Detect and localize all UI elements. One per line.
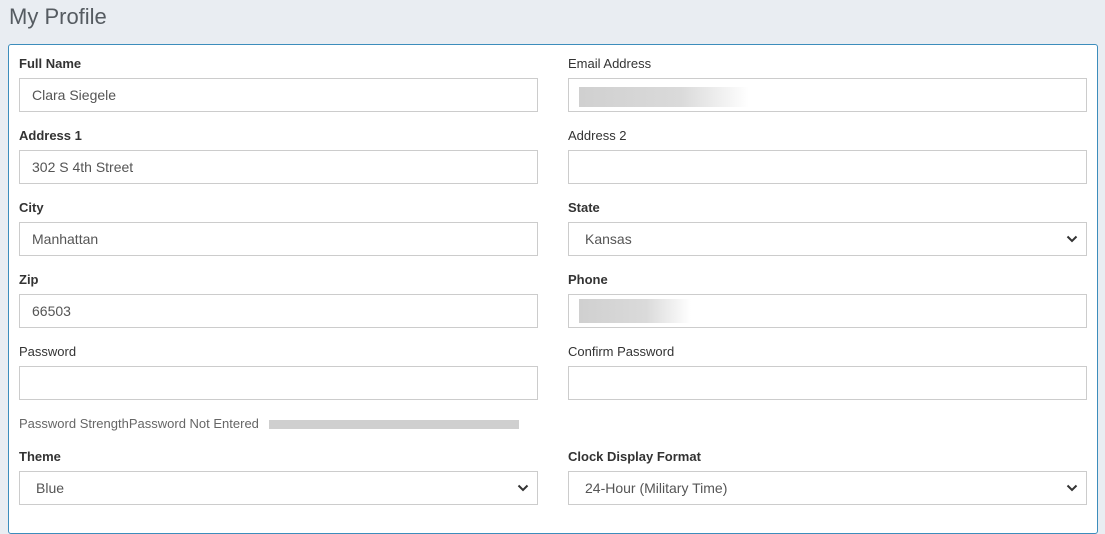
password-input[interactable] <box>19 366 538 400</box>
full-name-input[interactable]: Clara Siegele <box>19 78 538 112</box>
city-label: City <box>19 200 44 215</box>
profile-form-panel: Full Name Clara Siegele Email Address Ad… <box>8 44 1098 534</box>
state-select[interactable]: Kansas <box>568 222 1087 256</box>
state-selected-value: Kansas <box>585 231 632 247</box>
chevron-down-icon <box>517 484 529 492</box>
address1-input[interactable]: 302 S 4th Street <box>19 150 538 184</box>
phone-input[interactable] <box>568 294 1087 328</box>
phone-label: Phone <box>568 272 608 287</box>
password-strength-status: Password Not Entered <box>128 416 259 431</box>
zip-label: Zip <box>19 272 39 287</box>
password-strength-meter <box>269 420 519 429</box>
zip-input[interactable]: 66503 <box>19 294 538 328</box>
confirm-password-input[interactable] <box>568 366 1087 400</box>
theme-select[interactable]: Blue <box>19 471 538 505</box>
address2-label: Address 2 <box>568 128 627 143</box>
address1-label: Address 1 <box>19 128 82 143</box>
full-name-label: Full Name <box>19 56 82 71</box>
email-label: Email Address <box>568 56 652 71</box>
email-input[interactable] <box>568 78 1087 112</box>
password-label: Password <box>19 344 77 359</box>
phone-redacted-value <box>579 299 691 323</box>
confirm-password-label: Confirm Password <box>568 344 675 359</box>
email-redacted-value <box>579 87 749 107</box>
password-strength-label: Password Strength <box>19 416 129 431</box>
page-title: My Profile <box>9 4 107 29</box>
clock-format-label: Clock Display Format <box>568 449 701 464</box>
city-input[interactable]: Manhattan <box>19 222 538 256</box>
chevron-down-icon <box>1066 484 1078 492</box>
state-label: State <box>568 200 600 215</box>
password-strength-text: Password StrengthPassword Not Entered <box>19 416 259 432</box>
address2-input[interactable] <box>568 150 1087 184</box>
clock-format-select[interactable]: 24-Hour (Military Time) <box>568 471 1087 505</box>
chevron-down-icon <box>1066 235 1078 243</box>
theme-selected-value: Blue <box>36 480 65 496</box>
clock-format-selected-value: 24-Hour (Military Time) <box>585 480 728 496</box>
theme-label: Theme <box>19 449 61 464</box>
